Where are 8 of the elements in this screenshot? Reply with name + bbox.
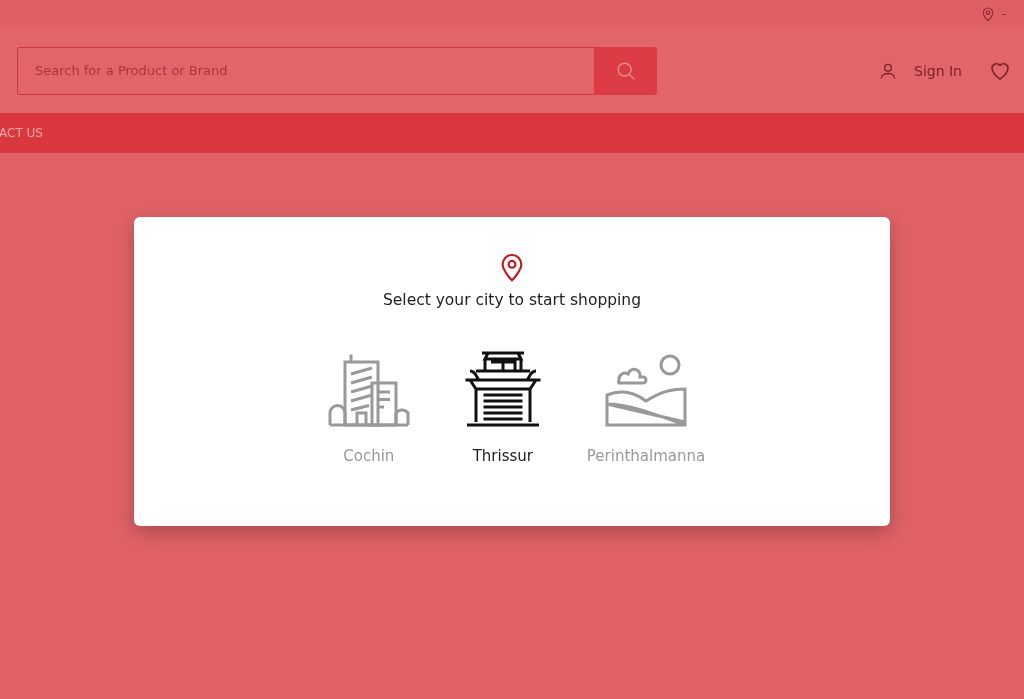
city-name[interactable]: Perinthalmanna <box>586 447 706 465</box>
location-text[interactable]: - <box>1001 7 1006 21</box>
search-field[interactable]: Search for a Product or Brand <box>17 46 594 95</box>
city-name[interactable]: Cochin <box>343 447 395 465</box>
search-icon <box>614 59 637 82</box>
dialog-title: Select your city to start shopping <box>382 291 642 309</box>
sign-in-link[interactable]: Sign In <box>914 62 962 79</box>
city-name[interactable]: Thrissur <box>472 447 533 465</box>
